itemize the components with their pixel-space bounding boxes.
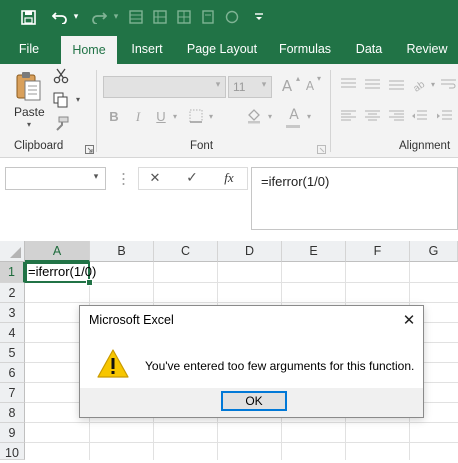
table-icon	[150, 6, 170, 28]
tab-review[interactable]: Review	[400, 34, 454, 64]
align-right-icon	[388, 110, 404, 124]
dialog-message: You've entered too few arguments for thi…	[145, 359, 415, 373]
row-header-9[interactable]: 9	[0, 423, 25, 443]
fill-color-icon	[245, 108, 263, 126]
dialog-launcher-icon[interactable]	[84, 143, 94, 154]
redo-icon	[88, 6, 110, 28]
dialog-close-button[interactable]: ✕	[399, 310, 419, 330]
warning-icon	[96, 348, 130, 380]
column-header-d[interactable]: D	[218, 241, 282, 262]
row-header-4[interactable]: 4	[0, 323, 25, 343]
orientation-dropdown-icon: ▾	[430, 80, 435, 89]
undo-dropdown-icon[interactable]: ▾	[71, 6, 81, 28]
quick-access-toolbar: ▾ ▾	[0, 0, 458, 34]
svg-text:ab: ab	[412, 79, 427, 92]
tab-data[interactable]: Data	[348, 34, 390, 64]
borders-dropdown-icon: ▾	[208, 112, 213, 121]
column-header-e[interactable]: E	[282, 241, 346, 262]
borders-icon	[188, 109, 204, 125]
row-header-1[interactable]: 1	[0, 262, 25, 283]
tab-insert[interactable]: Insert	[124, 34, 170, 64]
top-align-icon	[340, 78, 356, 92]
row-header-3[interactable]: 3	[0, 303, 25, 323]
form-icon	[126, 6, 146, 28]
paste-icon[interactable]	[14, 70, 44, 102]
column-header-g[interactable]: G	[410, 241, 458, 262]
column-header-f[interactable]: F	[346, 241, 410, 262]
row-header-7[interactable]: 7	[0, 383, 25, 403]
format-painter-icon[interactable]	[52, 116, 70, 134]
dialog-title: Microsoft Excel	[89, 313, 174, 327]
customize-toolbar-icon[interactable]	[252, 6, 266, 28]
alignment-group-label: Alignment	[399, 140, 451, 152]
shrink-font-caret-icon: ▾	[316, 74, 321, 83]
tab-page-layout[interactable]: Page Layout	[182, 34, 262, 64]
font-color-swatch	[286, 125, 300, 128]
row-header-6[interactable]: 6	[0, 363, 25, 383]
redo-dropdown-icon: ▾	[113, 12, 119, 22]
grid-icon	[174, 6, 194, 28]
ribbon: Paste ▾ ▾ Clipboard ▾ 11 ▾ A ▴ A ▾ B I U…	[0, 64, 458, 158]
decrease-indent-icon	[411, 110, 427, 124]
name-box-dropdown-icon[interactable]: ▾	[90, 172, 102, 182]
sheet-icon	[198, 6, 218, 28]
row-header-2[interactable]: 2	[0, 283, 25, 303]
paste-dropdown-icon[interactable]: ▾	[22, 120, 36, 129]
italic-button: I	[135, 109, 141, 124]
underline-button: U	[156, 109, 166, 124]
font-dialog-launcher-icon	[316, 143, 326, 154]
underline-dropdown-icon: ▾	[172, 112, 177, 121]
wrap-text-icon	[440, 78, 456, 92]
save-icon[interactable]	[16, 6, 40, 28]
font-name-dropdown-icon: ▾	[215, 80, 221, 90]
copy-icon[interactable]	[52, 92, 70, 110]
column-header-c[interactable]: C	[154, 241, 218, 262]
circle-icon	[222, 6, 242, 28]
copy-dropdown-icon[interactable]: ▾	[73, 95, 83, 104]
row-header-5[interactable]: 5	[0, 343, 25, 363]
tab-file[interactable]: File	[8, 34, 50, 64]
font-color-dropdown-icon: ▾	[306, 112, 311, 121]
bottom-align-icon	[388, 78, 404, 92]
font-color-button: A	[289, 107, 299, 123]
ok-button[interactable]: OK	[221, 391, 287, 411]
font-size-dropdown-icon: ▾	[261, 80, 267, 90]
select-all-button[interactable]	[0, 241, 25, 262]
align-center-icon	[364, 110, 380, 124]
paste-button-label[interactable]: Paste	[14, 105, 45, 119]
align-left-icon	[340, 110, 356, 124]
insert-function-button[interactable]: fx	[218, 170, 240, 186]
column-header-b[interactable]: B	[90, 241, 154, 262]
clipboard-group-label: Clipboard	[14, 140, 64, 152]
font-group-label: Font	[190, 140, 214, 152]
grow-font-caret-icon: ▴	[295, 74, 300, 83]
orientation-icon: ab	[410, 76, 428, 95]
cell-a1-content: =iferror(1/0)	[28, 264, 97, 279]
enter-button[interactable]: ✓	[183, 170, 201, 186]
middle-align-icon	[364, 78, 380, 92]
bold-button: B	[109, 109, 119, 124]
fill-color-dropdown-icon: ▾	[267, 112, 272, 121]
row-header-8[interactable]: 8	[0, 403, 25, 423]
fill-handle[interactable]	[86, 279, 93, 286]
ribbon-separator	[330, 70, 331, 152]
font-name-box	[103, 76, 226, 98]
cancel-button[interactable]: ✕	[146, 171, 164, 186]
grid-line	[25, 422, 458, 423]
cut-icon[interactable]	[52, 68, 70, 86]
tab-home[interactable]: Home	[61, 36, 117, 64]
ribbon-separator	[96, 70, 97, 152]
increase-indent-icon	[436, 110, 452, 124]
grid-line	[25, 442, 458, 443]
grow-font-button: A	[281, 77, 293, 95]
row-header-10[interactable]: 10	[0, 443, 25, 460]
formula-bar-grip[interactable]	[122, 171, 125, 187]
grid-line	[25, 302, 458, 303]
column-header-a[interactable]: A	[25, 241, 90, 262]
ribbon-tabs: File Home Insert Page Layout Formulas Da…	[0, 34, 458, 64]
tab-formulas[interactable]: Formulas	[274, 34, 336, 64]
undo-icon[interactable]	[48, 6, 72, 28]
formula-input[interactable]: =iferror(1/0)	[251, 167, 458, 230]
